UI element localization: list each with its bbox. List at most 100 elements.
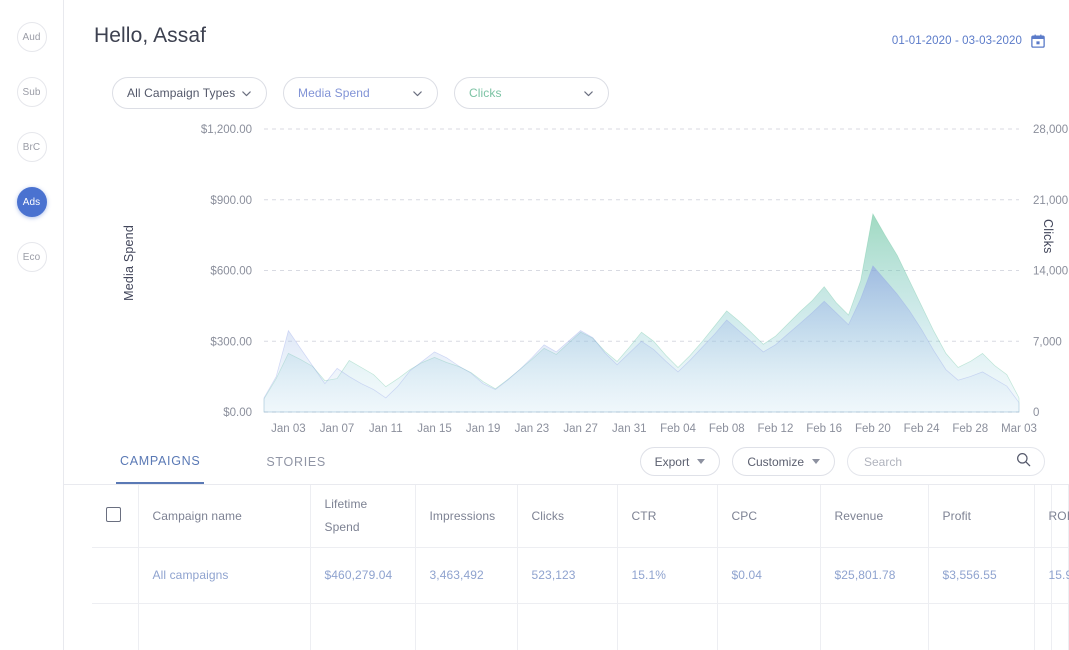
date-range-label: 01-01-2020 - 03-03-2020 [891, 35, 1022, 47]
metric-cell: $3,556.55 [928, 547, 1035, 604]
metric-cell [1051, 603, 1069, 650]
table-actions: Export Customize [639, 447, 1045, 484]
campaign-name-cell[interactable]: All campaigns [138, 547, 311, 604]
x-axis-tick-label: Feb 04 [660, 423, 696, 435]
x-axis-tick-label: Jan 11 [369, 423, 403, 435]
table-body: All campaigns $460,279.04 3,463,492 523,123… [92, 547, 1069, 650]
metric-cell [138, 603, 311, 650]
y2-axis-tick-label: 0 [1033, 407, 1039, 419]
column-header[interactable]: Profit [928, 485, 1035, 548]
chevron-down-icon [812, 459, 820, 464]
dashboard-page: Aud Sub BrC Ads Eco Hello, Assaf 01-01-2020 … [0, 0, 1069, 650]
y2-axis-tick-label: 28,000 [1033, 124, 1068, 136]
metric-cell [517, 603, 618, 650]
chart-y2-axis-title: Clicks [1041, 219, 1055, 254]
metric-cell: 3,463,492 [415, 547, 518, 604]
table-row[interactable] [92, 603, 1069, 650]
y-axis-tick-label: $600.00 [210, 266, 252, 278]
table-row[interactable]: All campaigns $460,279.04 3,463,492 523,123… [92, 547, 1069, 604]
x-axis-tick-label: Jan 31 [612, 423, 647, 435]
metric-cell [717, 603, 821, 650]
y-axis-tick-label: $300.00 [210, 336, 252, 348]
column-header[interactable]: Revenue [820, 485, 929, 548]
chart-canvas: $0.00 0 $300.00 7,000 $600.00 14,000 $900.00 21… [201, 124, 1068, 435]
sidebar-item-subscribers[interactable]: Sub [16, 77, 47, 107]
x-axis-tick-label: Feb 16 [806, 423, 842, 435]
tab-stories[interactable]: STORIES [262, 439, 330, 484]
select-label: Clicks [469, 86, 502, 100]
chevron-down-icon [413, 90, 422, 96]
select-label: All Campaign Types [127, 86, 236, 100]
date-range-picker[interactable]: 01-01-2020 - 03-03-2020 [892, 34, 1045, 48]
sidebar-item-audiences[interactable]: Aud [16, 22, 47, 52]
chevron-down-icon [584, 90, 593, 96]
chevron-down-icon [242, 90, 251, 96]
sidebar-item-label: Eco [22, 251, 41, 263]
sidebar-item-ads[interactable]: Ads [16, 187, 47, 217]
tab-campaigns[interactable]: CAMPAIGNS [116, 439, 205, 484]
search-box[interactable] [847, 447, 1045, 476]
metric-cell [928, 603, 1035, 650]
metric-primary-select[interactable]: Media Spend [283, 77, 438, 109]
column-header-label: Spend [324, 519, 360, 534]
top-bar: Hello, Assaf 01-01-2020 - 03-03-2020 [64, 0, 1069, 48]
x-axis-tick-label: Jan 03 [271, 423, 306, 435]
customize-label: Customize [747, 454, 804, 469]
sidebar-item-ecommerce[interactable]: Eco [16, 242, 47, 272]
y2-axis-tick-label: 7,000 [1033, 336, 1062, 348]
table-header-row: Campaign name Lifetime Spend Impressions Cli… [92, 485, 1069, 548]
metric-cell: $0.04 [717, 547, 821, 604]
x-axis-tick-label: Mar 03 [1001, 423, 1037, 435]
select-label: Media Spend [298, 86, 370, 100]
select-all-header [92, 485, 139, 548]
row-select-cell[interactable] [92, 547, 139, 604]
search-icon[interactable] [1016, 452, 1031, 472]
sidebar-item-label: Aud [22, 31, 41, 43]
calendar-icon[interactable] [1031, 34, 1045, 48]
x-axis-tick-label: Feb 28 [952, 423, 988, 435]
export-label: Export [654, 454, 690, 469]
metric-cell: $25,801.78 [820, 547, 929, 604]
metric-cell [310, 603, 416, 650]
metric-cell: $460,279.04 [310, 547, 416, 604]
campaigns-table-container: Campaign name Lifetime Spend Impressions Cli… [64, 485, 1069, 650]
y2-axis-tick-label: 21,000 [1033, 195, 1068, 207]
x-axis-tick-label: Feb 24 [904, 423, 940, 435]
metric-cell [617, 603, 718, 650]
column-header[interactable]: Impressions [415, 485, 518, 548]
metric-secondary-select[interactable]: Clicks [454, 77, 609, 109]
x-axis-tick-label: Jan 07 [320, 423, 355, 435]
chart-y-axis-title: Media Spend [122, 225, 136, 301]
metric-cell: 523,123 [517, 547, 618, 604]
main-content: Hello, Assaf 01-01-2020 - 03-03-2020 All… [64, 0, 1069, 650]
y-axis-tick-label: $1,200.00 [201, 124, 252, 136]
customize-button[interactable]: Customize [732, 447, 835, 476]
page-title: Hello, Assaf [94, 24, 207, 47]
x-axis-tick-label: Jan 23 [515, 423, 550, 435]
column-header[interactable]: Clicks [517, 485, 618, 548]
column-header[interactable]: CTR [617, 485, 718, 548]
column-header[interactable]: CPC [717, 485, 821, 548]
sidebar: Aud Sub BrC Ads Eco [0, 0, 64, 650]
y-axis-tick-label: $900.00 [210, 195, 252, 207]
column-header[interactable]: ROI [1034, 485, 1069, 548]
export-button[interactable]: Export [639, 447, 721, 476]
metric-cell: 15.98% [1034, 547, 1069, 604]
metric-cell: 15.1% [617, 547, 718, 604]
metric-cell [92, 603, 139, 650]
y2-axis-tick-label: 14,000 [1033, 266, 1068, 278]
y-axis-tick-label: $0.00 [223, 407, 252, 419]
select-all-checkbox[interactable] [106, 506, 121, 522]
x-axis-tick-label: Feb 20 [855, 423, 891, 435]
sidebar-item-brand-content[interactable]: BrC [16, 132, 47, 162]
campaign-type-select[interactable]: All Campaign Types [112, 77, 267, 109]
search-input[interactable] [864, 454, 1014, 469]
x-axis-tick-label: Jan 19 [466, 423, 501, 435]
metric-cell [820, 603, 929, 650]
column-header[interactable]: Lifetime Spend [310, 485, 416, 548]
metric-cell [1034, 603, 1052, 650]
chevron-down-icon [697, 459, 706, 464]
sidebar-item-label: BrC [22, 141, 41, 153]
x-axis-tick-label: Jan 27 [563, 423, 598, 435]
column-header[interactable]: Campaign name [138, 485, 311, 548]
